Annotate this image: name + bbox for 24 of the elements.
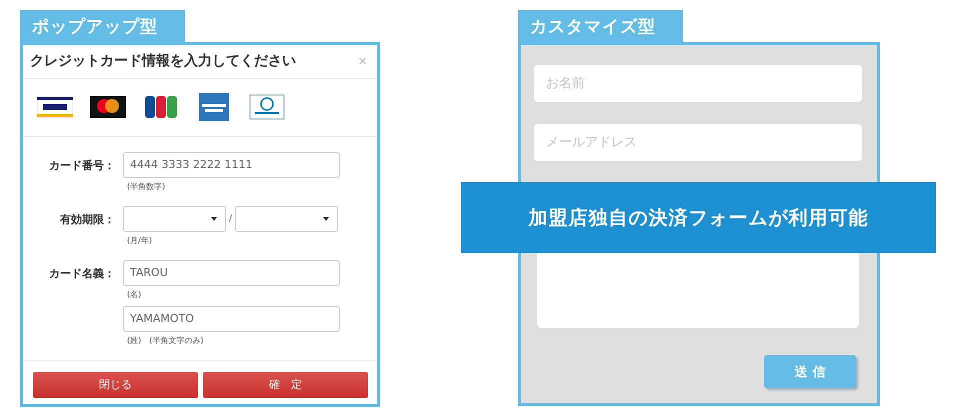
field-label: 有効期限： <box>58 212 115 228</box>
text-field[interactable]: メールアドレス <box>534 124 862 161</box>
text-field[interactable]: 4444 3333 2222 1111 <box>123 152 340 178</box>
field-label: カード番号： <box>48 158 115 174</box>
card-icon <box>196 93 232 122</box>
field-hint: (月/年) <box>127 234 153 246</box>
separator: / <box>229 214 232 224</box>
banner: 加盟店独自の決済フォームが利用可能 <box>461 182 936 253</box>
select-field[interactable] <box>235 206 338 232</box>
field-label: カード名義： <box>48 266 115 282</box>
field-hint: (名) <box>127 288 142 300</box>
field-hint: (姓) (半角文字のみ) <box>127 334 204 346</box>
select-field[interactable] <box>123 206 226 232</box>
text-field[interactable]: TAROU <box>123 260 340 286</box>
confirm-button[interactable]: 確 定 <box>203 372 368 398</box>
close-button[interactable]: 閉じる <box>33 372 198 398</box>
text-field[interactable]: お名前 <box>534 65 862 102</box>
dialog-title: クレジットカード情報を入力してください <box>30 52 296 70</box>
caret-icon <box>211 216 217 221</box>
field-hint: (半角数字) <box>127 180 166 192</box>
message-field[interactable] <box>537 252 859 328</box>
caret-icon <box>323 216 330 221</box>
card-icon <box>249 93 285 122</box>
text-field[interactable]: YAMAMOTO <box>123 306 340 332</box>
